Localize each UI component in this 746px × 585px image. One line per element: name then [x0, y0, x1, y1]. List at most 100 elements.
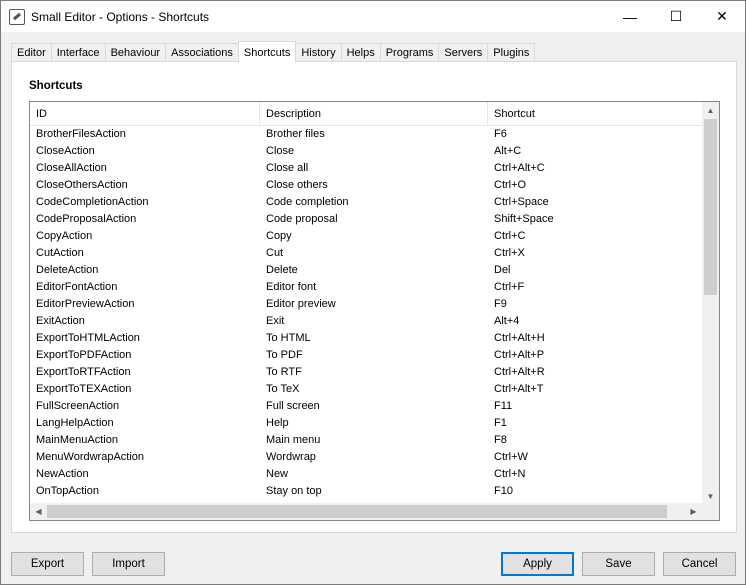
save-button[interactable]: Save [582, 552, 655, 576]
row-description-cell: Help [266, 417, 289, 429]
shortcuts-panel: Shortcuts ID Description Shortcut Brothe… [11, 61, 737, 533]
table-row[interactable]: ExportToPDFAction To PDF Ctrl+Alt+P [30, 347, 702, 364]
table-row[interactable]: CodeCompletionAction Code completion Ctrl+… [30, 194, 702, 211]
section-title: Shortcuts [29, 80, 83, 92]
row-description-cell: Editor preview [266, 298, 336, 310]
row-id-cell: ExportToRTFAction [36, 366, 131, 378]
row-description-cell: Exit [266, 315, 285, 327]
table-row[interactable]: FullScreenAction Full screen F11 [30, 398, 702, 415]
apply-button[interactable]: Apply [501, 552, 574, 576]
row-description-cell: Stay on top [266, 485, 322, 497]
table-row[interactable]: ExitAction Exit Alt+4 [30, 313, 702, 330]
import-button[interactable]: Import [92, 552, 165, 576]
tab-interface[interactable]: Interface [50, 43, 106, 62]
table-row[interactable]: CloseAllAction Close all Ctrl+Alt+C [30, 160, 702, 177]
row-id-cell: ExportToTEXAction [36, 383, 132, 395]
tab-associations[interactable]: Associations [165, 43, 239, 62]
table-row[interactable]: OnTopAction Stay on top F10 [30, 483, 702, 500]
tab-shortcuts[interactable]: Shortcuts [237, 41, 297, 63]
row-shortcut-cell: Ctrl+Alt+P [494, 349, 545, 361]
row-description-cell: Wordwrap [266, 451, 316, 463]
tab-helps[interactable]: Helps [340, 43, 381, 62]
tab-history[interactable]: History [295, 43, 342, 62]
table-row[interactable]: MainMenuAction Main menu F8 [30, 432, 702, 449]
options-window: Small Editor - Options - Shortcuts — ☐ ✕… [0, 0, 746, 585]
row-description-cell: Brother files [266, 128, 325, 140]
close-button[interactable]: ✕ [699, 1, 745, 32]
row-id-cell: FullScreenAction [36, 400, 120, 412]
table-row[interactable]: CloseAction Close Alt+C [30, 143, 702, 160]
editor-app-icon [9, 8, 25, 25]
row-id-cell: ExportToHTMLAction [36, 332, 140, 344]
export-button[interactable]: Export [11, 552, 84, 576]
row-description-cell: Main menu [266, 434, 321, 446]
row-description-cell: Code completion [266, 196, 349, 208]
table-row[interactable]: CodeProposalAction Code proposal Shift+Spa… [30, 211, 702, 228]
row-shortcut-cell: F11 [494, 400, 513, 412]
table-row[interactable]: EditorPreviewAction Editor preview F9 [30, 296, 702, 313]
row-description-cell: New [266, 468, 289, 480]
row-description-cell: Close all [266, 162, 309, 174]
row-shortcut-cell: Ctrl+Alt+T [494, 383, 544, 395]
row-shortcut-cell: Ctrl+Alt+R [494, 366, 545, 378]
table-row[interactable]: BrotherFilesAction Brother files F6 [30, 126, 702, 143]
row-id-cell: DeleteAction [36, 264, 99, 276]
column-header-id[interactable]: ID [30, 102, 260, 126]
tab-plugins[interactable]: Plugins [487, 43, 536, 62]
scroll-left-icon[interactable]: ◀ [30, 503, 47, 520]
row-shortcut-cell: Ctrl+Alt+C [494, 162, 545, 174]
table-row[interactable]: NewAction New Ctrl+N [30, 466, 702, 483]
row-id-cell: CodeProposalAction [36, 213, 137, 225]
column-header-shortcut[interactable]: Shortcut [488, 102, 702, 126]
row-id-cell: ExitAction [36, 315, 85, 327]
row-shortcut-cell: F6 [494, 128, 507, 140]
row-shortcut-cell: F9 [494, 298, 507, 310]
horizontal-scroll-thumb[interactable] [47, 505, 667, 518]
window-title: Small Editor - Options - Shortcuts [31, 9, 210, 24]
table-row[interactable]: LangHelpAction Help F1 [30, 415, 702, 432]
row-shortcut-cell: Ctrl+W [494, 451, 528, 463]
row-id-cell: CloseOthersAction [36, 179, 128, 191]
table-row[interactable]: EditorFontAction Editor font Ctrl+F [30, 279, 702, 296]
scroll-up-icon[interactable]: ▲ [702, 102, 719, 119]
row-description-cell: To PDF [266, 349, 303, 361]
table-row[interactable]: ExportToTEXAction To TeX Ctrl+Alt+T [30, 381, 702, 398]
row-description-cell: Close others [266, 179, 328, 191]
vertical-scrollbar[interactable]: ▲ ▼ [702, 102, 719, 505]
table-row[interactable]: MenuWordwrapAction Wordwrap Ctrl+W [30, 449, 702, 466]
row-id-cell: CloseAction [36, 145, 95, 157]
row-shortcut-cell: Ctrl+Alt+H [494, 332, 545, 344]
tab-behaviour[interactable]: Behaviour [104, 43, 167, 62]
minimize-button[interactable]: — [607, 1, 653, 32]
row-description-cell: Close [266, 145, 295, 157]
horizontal-scrollbar[interactable]: ◀ ▶ [30, 503, 719, 520]
row-description-cell: Code proposal [266, 213, 338, 225]
shortcuts-table: ID Description Shortcut BrotherFilesActi… [29, 101, 720, 521]
row-description-cell: Editor font [266, 281, 317, 293]
table-row[interactable]: ExportToRTFAction To RTF Ctrl+Alt+R [30, 364, 702, 381]
maximize-button[interactable]: ☐ [653, 1, 699, 32]
row-shortcut-cell: Ctrl+C [494, 230, 526, 242]
table-row[interactable]: DeleteAction Delete Del [30, 262, 702, 279]
table-row[interactable]: ExportToHTMLAction To HTML Ctrl+Alt+H [30, 330, 702, 347]
title-bar[interactable]: Small Editor - Options - Shortcuts — ☐ ✕ [1, 1, 745, 32]
table-row[interactable]: CutAction Cut Ctrl+X [30, 245, 702, 262]
row-shortcut-cell: Ctrl+X [494, 247, 525, 259]
row-description-cell: To HTML [266, 332, 311, 344]
table-row[interactable]: CopyAction Copy Ctrl+C [30, 228, 702, 245]
row-shortcut-cell: Alt+4 [494, 315, 520, 327]
row-id-cell: CutAction [36, 247, 84, 259]
row-id-cell: LangHelpAction [36, 417, 114, 429]
tab-programs[interactable]: Programs [379, 43, 440, 62]
tab-editor[interactable]: Editor [11, 43, 52, 62]
row-id-cell: BrotherFilesAction [36, 128, 126, 140]
column-header-description[interactable]: Description [260, 102, 488, 126]
vertical-scroll-thumb[interactable] [704, 119, 717, 295]
row-shortcut-cell: Ctrl+O [494, 179, 527, 191]
row-id-cell: CloseAllAction [36, 162, 107, 174]
scroll-right-icon[interactable]: ▶ [685, 503, 702, 520]
cancel-button[interactable]: Cancel [663, 552, 736, 576]
table-row[interactable]: CloseOthersAction Close others Ctrl+O [30, 177, 702, 194]
row-shortcut-cell: F10 [494, 485, 513, 497]
tab-servers[interactable]: Servers [438, 43, 489, 62]
